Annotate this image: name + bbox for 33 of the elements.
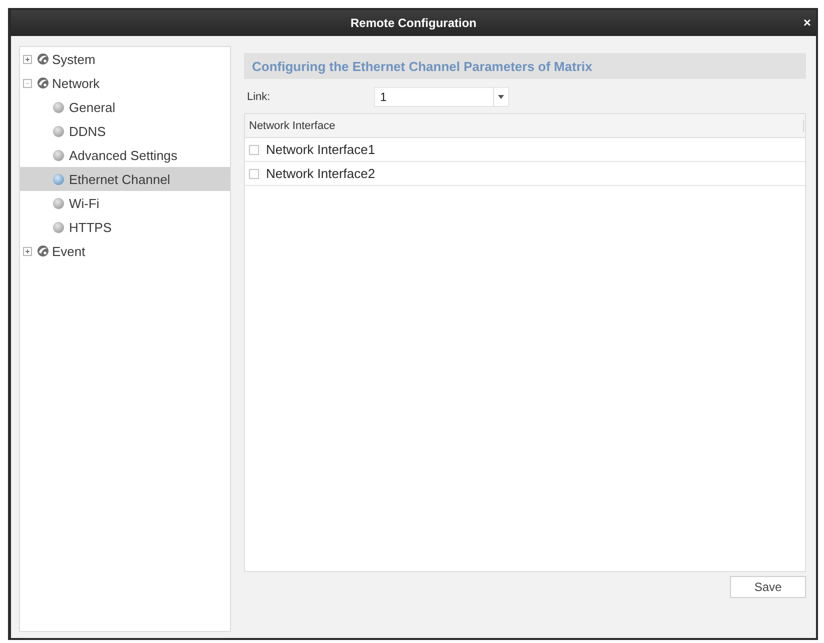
tree-item[interactable]: Advanced Settings: [20, 143, 230, 167]
sphere-icon: [53, 102, 64, 112]
expand-icon[interactable]: [23, 54, 32, 64]
tree-item[interactable]: General: [20, 95, 230, 119]
tree-item[interactable]: DDNS: [20, 119, 230, 143]
expand-icon[interactable]: [23, 246, 32, 256]
interface-label: Network Interface2: [266, 166, 376, 181]
checkbox[interactable]: [249, 168, 259, 178]
save-button[interactable]: Save: [730, 576, 806, 598]
sphere-icon: [53, 174, 64, 184]
globe-icon: [37, 53, 49, 65]
tree-item[interactable]: Ethernet Channel: [20, 167, 230, 191]
close-button[interactable]: ×: [801, 16, 813, 30]
link-label: Link:: [246, 91, 272, 103]
column-header: Network Interface: [245, 120, 804, 132]
globe-icon: [37, 77, 49, 89]
sphere-icon: [53, 126, 64, 136]
collapse-icon[interactable]: [23, 78, 32, 88]
tree-item[interactable]: Wi-Fi: [20, 191, 230, 215]
tree-item[interactable]: Event: [37, 239, 230, 263]
interface-label: Network Interface1: [266, 142, 376, 157]
section-heading: Configuring the Ethernet Channel Parameters of Matrix: [244, 53, 806, 79]
tree-item[interactable]: System: [37, 47, 230, 71]
sphere-icon: [53, 222, 64, 232]
sphere-icon: [53, 150, 64, 160]
sphere-icon: [53, 198, 64, 208]
checkbox[interactable]: [249, 144, 259, 154]
tree-item[interactable]: Network: [37, 71, 230, 95]
link-dropdown[interactable]: 1: [374, 87, 509, 107]
window-title: Remote Configuration: [350, 16, 476, 30]
globe-icon: [37, 245, 49, 257]
tree-item[interactable]: HTTPS: [20, 215, 230, 239]
caret-icon: [498, 95, 504, 99]
